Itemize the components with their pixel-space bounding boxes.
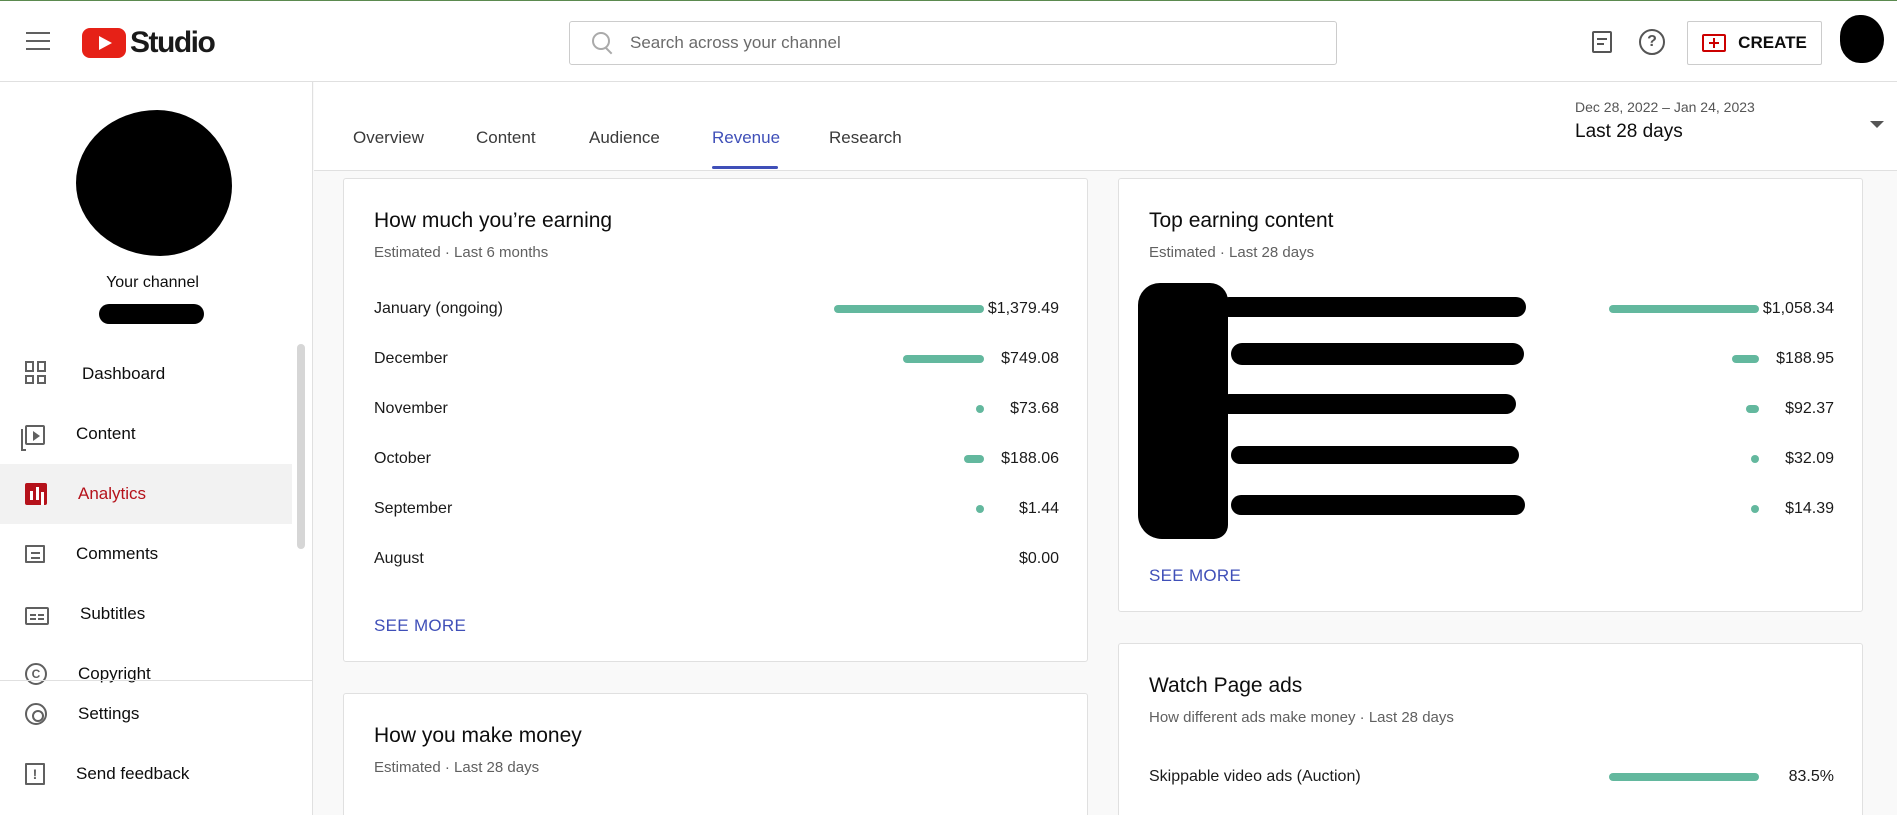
card-subtitle: Estimated · Last 28 days <box>1149 244 1315 261</box>
row-label: August <box>374 550 424 567</box>
sidebar: Your channel Dashboard Content Analytics… <box>0 82 313 815</box>
row-label: December <box>374 350 448 367</box>
ad-type-row[interactable]: Skippable video ads (Auction) 83.5% <box>1149 765 1834 789</box>
tab-revenue[interactable]: Revenue <box>712 128 780 148</box>
row-value: $92.37 <box>1785 400 1834 417</box>
help-icon[interactable]: ? <box>1638 28 1666 56</box>
earning-row[interactable]: October $188.06 <box>374 447 1059 471</box>
studio-logo[interactable]: Studio <box>82 26 216 59</box>
gear-icon <box>25 703 47 725</box>
logo-text: Studio <box>130 26 216 59</box>
sidebar-item-label: Analytics <box>78 484 147 503</box>
top-content-row[interactable]: $32.09 <box>1149 447 1834 471</box>
search-input[interactable] <box>630 33 1310 53</box>
top-content-row[interactable]: $92.37 <box>1149 397 1834 421</box>
feedback-icon: ! <box>25 763 45 785</box>
top-bar: Studio ? CREATE <box>0 0 1897 82</box>
sidebar-item-content[interactable]: Content <box>0 404 292 464</box>
sidebar-bottom-nav: Settings ! Send feedback <box>0 680 313 804</box>
earning-row[interactable]: September $1.44 <box>374 497 1059 521</box>
tab-research[interactable]: Research <box>829 128 902 148</box>
row-label: Skippable video ads (Auction) <box>1149 768 1361 785</box>
earning-row[interactable]: November $73.68 <box>374 397 1059 421</box>
sidebar-item-comments[interactable]: Comments <box>0 524 292 584</box>
card-title: Top earning content <box>1149 209 1334 232</box>
earning-card: How much you’re earning Estimated · Last… <box>343 178 1088 662</box>
top-earning-content-card: Top earning content Estimated · Last 28 … <box>1118 178 1863 612</box>
row-value: $0.00 <box>1018 550 1059 567</box>
sidebar-nav: Dashboard Content Analytics Comments Sub… <box>0 344 292 704</box>
date-range-text: Dec 28, 2022 – Jan 24, 2023 <box>1575 99 1755 115</box>
channel-title: Your channel <box>106 274 199 291</box>
content-icon <box>21 425 45 451</box>
date-range-picker[interactable]: Dec 28, 2022 – Jan 24, 2023 Last 28 days <box>1575 99 1865 143</box>
sidebar-item-label: Send feedback <box>76 764 190 783</box>
active-tab-indicator <box>712 166 778 169</box>
feedback-icon[interactable] <box>1588 28 1616 56</box>
earning-row[interactable]: August $0.00 <box>374 547 1059 571</box>
subtitles-icon <box>25 607 49 625</box>
tab-audience[interactable]: Audience <box>589 128 660 148</box>
create-video-icon <box>1702 34 1727 52</box>
sidebar-item-dashboard[interactable]: Dashboard <box>0 344 292 404</box>
card-title: How you make money <box>374 724 582 747</box>
create-button[interactable]: CREATE <box>1687 21 1822 65</box>
earning-row[interactable]: December $749.08 <box>374 347 1059 371</box>
dashboard-icon <box>25 361 51 387</box>
analytics-tabs: Overview Content Audience Revenue Resear… <box>314 82 1897 171</box>
card-title: How much you’re earning <box>374 209 613 232</box>
row-label: November <box>374 400 448 417</box>
row-value: $188.06 <box>1001 450 1059 467</box>
row-value: $32.09 <box>1785 450 1834 467</box>
row-value: $1,058.34 <box>1762 300 1834 317</box>
sidebar-item-label: Dashboard <box>82 364 166 383</box>
row-value: $1.44 <box>1018 500 1059 517</box>
hamburger-menu-icon[interactable] <box>26 32 50 52</box>
card-title: Watch Page ads <box>1149 674 1303 697</box>
sidebar-item-analytics[interactable]: Analytics <box>0 464 292 524</box>
row-value: 83.5% <box>1788 768 1834 785</box>
earning-row[interactable]: January (ongoing) $1,379.49 <box>374 297 1059 321</box>
tab-content[interactable]: Content <box>476 128 536 148</box>
top-content-row[interactable]: $188.95 <box>1149 347 1834 371</box>
channel-name-redacted <box>99 304 204 324</box>
make-money-card: How you make money Estimated · Last 28 d… <box>343 693 1088 815</box>
date-period-text: Last 28 days <box>1575 121 1683 142</box>
comments-icon <box>25 545 45 563</box>
chevron-down-icon[interactable] <box>1870 121 1884 128</box>
search-box[interactable] <box>569 21 1337 65</box>
top-content-row[interactable]: $1,058.34 <box>1149 297 1834 321</box>
card-subtitle: How different ads make money · Last 28 d… <box>1149 709 1454 726</box>
sidebar-item-label: Content <box>76 424 136 443</box>
search-icon <box>592 32 614 54</box>
sidebar-item-label: Subtitles <box>80 604 146 623</box>
watch-page-ads-card: Watch Page ads How different ads make mo… <box>1118 643 1863 815</box>
see-more-top-content-link[interactable]: SEE MORE <box>1149 566 1241 586</box>
row-value: $14.39 <box>1785 500 1834 517</box>
row-value: $749.08 <box>1001 350 1059 367</box>
row-value: $1,379.49 <box>987 300 1059 317</box>
row-label: January (ongoing) <box>374 300 503 317</box>
sidebar-item-label: Settings <box>78 704 140 723</box>
card-subtitle: Estimated · Last 6 months <box>374 244 549 261</box>
row-value: $188.95 <box>1776 350 1834 367</box>
channel-avatar[interactable] <box>76 110 232 256</box>
analytics-icon <box>25 483 47 505</box>
sidebar-item-settings[interactable]: Settings <box>0 684 313 744</box>
account-avatar[interactable] <box>1840 15 1884 63</box>
sidebar-scrollbar[interactable] <box>297 344 305 549</box>
row-label: October <box>374 450 431 467</box>
row-value: $73.68 <box>1010 400 1059 417</box>
youtube-play-icon <box>82 28 126 58</box>
create-label: CREATE <box>1738 33 1807 52</box>
see-more-earning-link[interactable]: SEE MORE <box>374 616 466 636</box>
sidebar-item-label: Comments <box>76 544 159 563</box>
row-label: September <box>374 500 453 517</box>
card-subtitle: Estimated · Last 28 days <box>374 759 540 776</box>
sidebar-item-send-feedback[interactable]: ! Send feedback <box>0 744 313 804</box>
tab-overview[interactable]: Overview <box>353 128 424 148</box>
sidebar-item-subtitles[interactable]: Subtitles <box>0 584 292 644</box>
top-content-row[interactable]: $14.39 <box>1149 497 1834 521</box>
